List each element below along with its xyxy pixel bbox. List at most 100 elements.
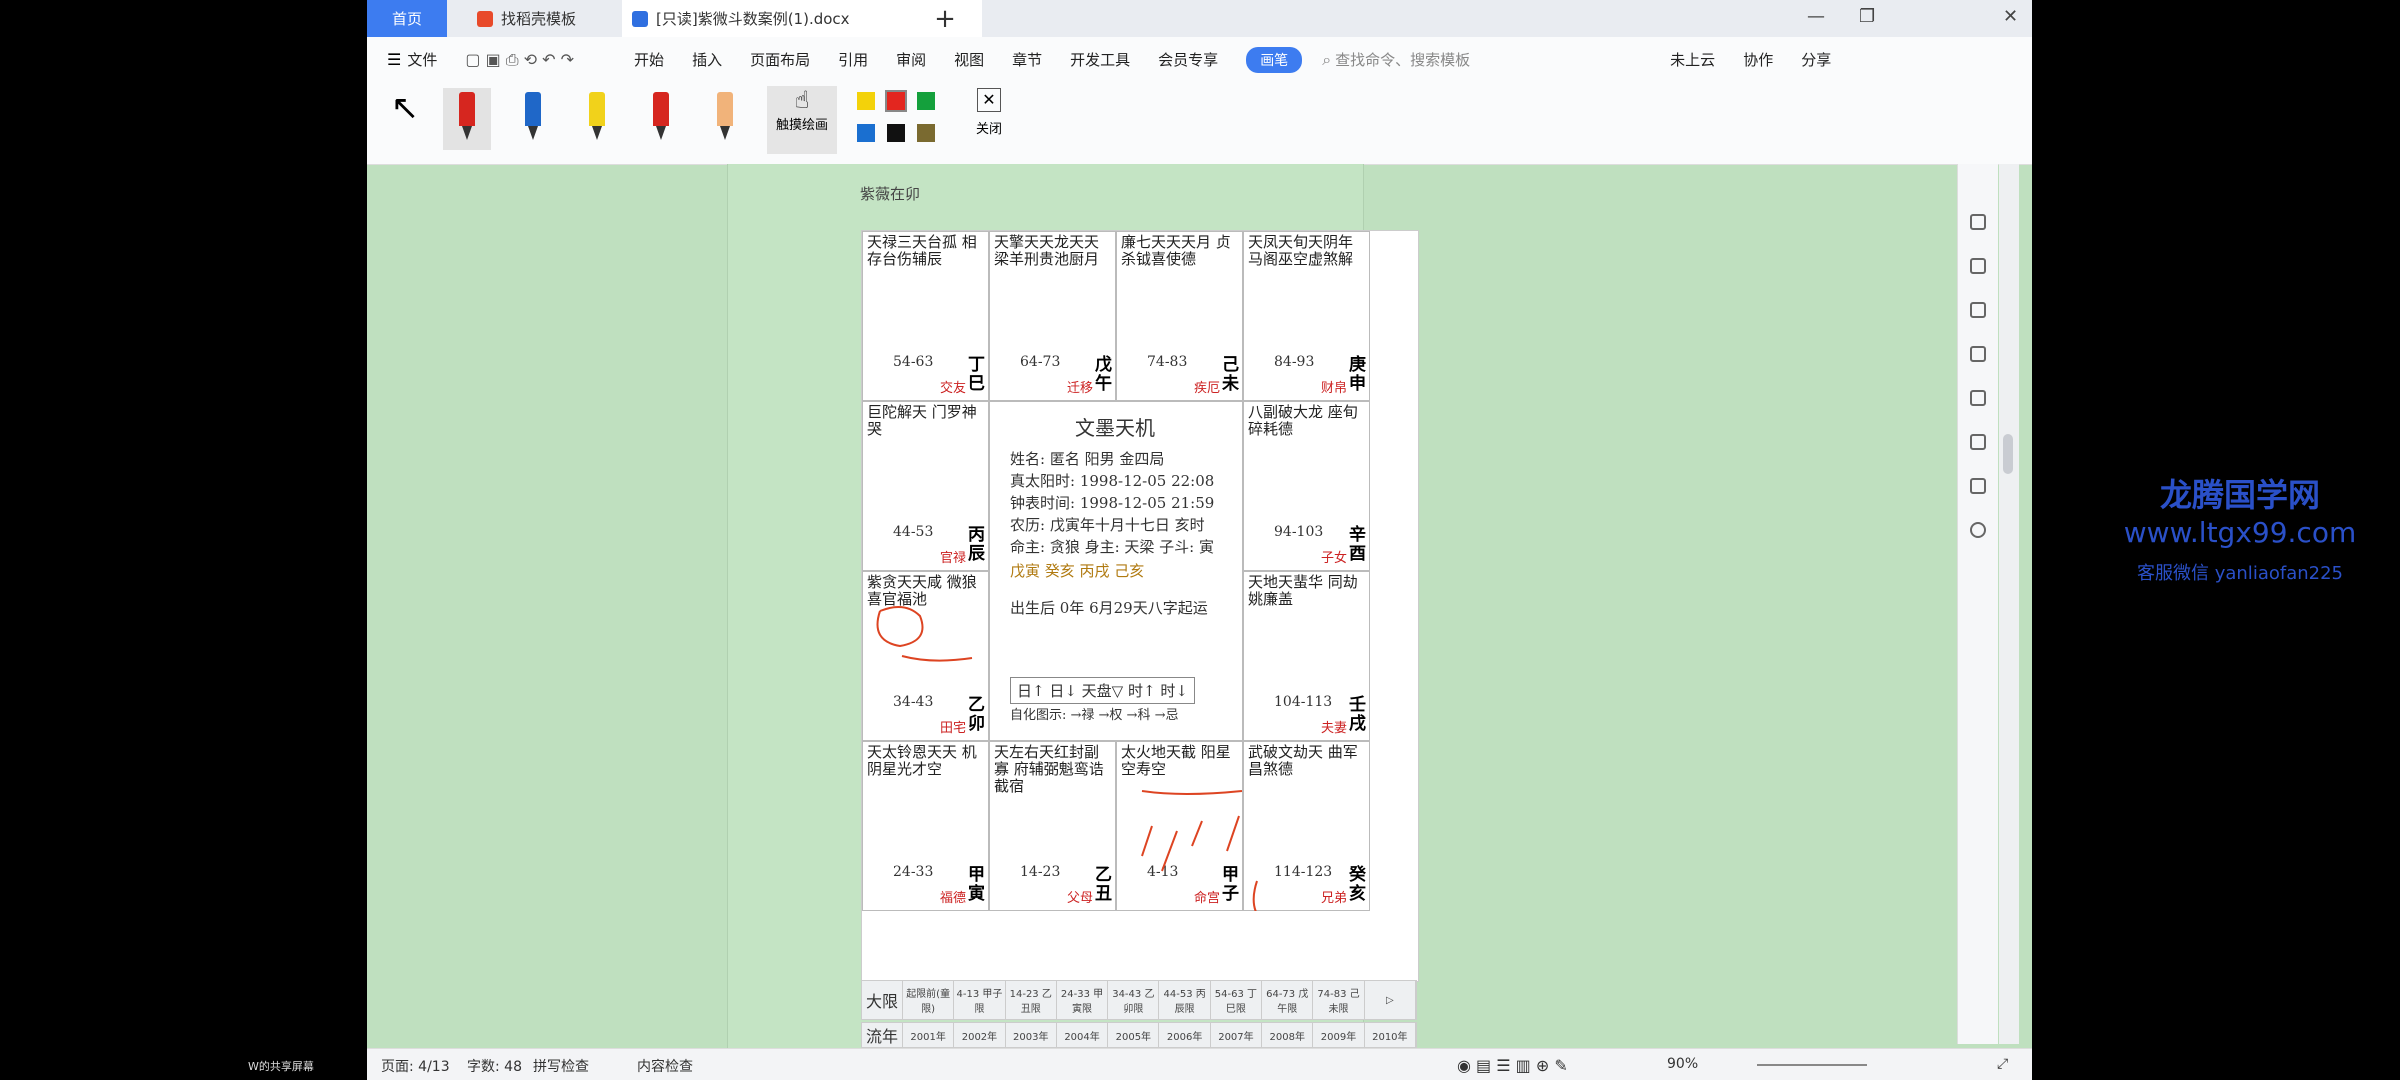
palace-xiongdi: 武破文劫天 曲军昌煞德 114-123 癸亥 兄弟	[1243, 741, 1370, 911]
liunian-cell[interactable]: 2006年	[1159, 1023, 1211, 1047]
palace-ganzhi: 庚申	[1349, 355, 1366, 394]
daxian-cell[interactable]: 24-33 甲寅限	[1057, 981, 1109, 1019]
tab-home[interactable]: 首页	[367, 0, 447, 37]
collab-button[interactable]: 协作	[1743, 49, 1773, 70]
daxian-cell[interactable]: 34-43 乙卯限	[1108, 981, 1160, 1019]
swatch-blue[interactable]	[857, 124, 875, 142]
liunian-cell[interactable]: 2010年	[1365, 1023, 1416, 1047]
palace-name: 疾厄	[1193, 381, 1220, 396]
menu-file[interactable]: 文件	[407, 49, 437, 70]
palace-stars: 巨陀解天 门罗神哭	[867, 403, 977, 438]
palace-age: 74-83	[1147, 354, 1188, 370]
highlighter-red-tool[interactable]	[637, 88, 685, 150]
vertical-scrollbar[interactable]	[1999, 164, 2019, 1044]
spell-check-button[interactable]: 拼写检查	[533, 1056, 589, 1076]
liunian-cell[interactable]: 2008年	[1262, 1023, 1314, 1047]
word-count[interactable]: 字数: 48	[467, 1056, 522, 1076]
palace-ganzhi: 癸亥	[1349, 865, 1366, 904]
palace-name: 迁移	[1066, 381, 1093, 396]
daxian-cell[interactable]: 44-53 丙辰限	[1159, 981, 1211, 1019]
palace-ganzhi: 乙卯	[968, 695, 985, 734]
highlighter-yellow-tool[interactable]	[573, 88, 621, 150]
palace-ganzhi: 辛酉	[1349, 525, 1366, 564]
menu-review[interactable]: 审阅	[896, 49, 926, 70]
pen-icon	[459, 92, 475, 140]
menu-start[interactable]: 开始	[634, 49, 664, 70]
location-icon[interactable]	[1970, 434, 1986, 450]
menu-reference[interactable]: 引用	[838, 49, 868, 70]
center-clock: 钟表时间: 1998-12-05 21:59	[1010, 494, 1215, 512]
liunian-cell[interactable]: 2002年	[954, 1023, 1006, 1047]
close-window-icon[interactable]: ✕	[2003, 6, 2018, 27]
pen-icon	[653, 92, 669, 140]
share-button[interactable]: 分享	[1801, 49, 1831, 70]
liunian-cell[interactable]: 2003年	[1006, 1023, 1057, 1047]
pen-icon[interactable]	[1970, 258, 1986, 274]
zoom-level[interactable]: 90%	[1667, 1056, 1698, 1072]
view-mode-icons[interactable]: ◉ ▤ ☰ ▥ ⊕ ✎	[1457, 1056, 1568, 1075]
cursor-icon[interactable]	[1970, 302, 1986, 318]
daxian-cell[interactable]: 起限前(童限)	[903, 981, 955, 1019]
palace-ganzhi: 甲寅	[968, 865, 985, 904]
menu-member[interactable]: 会员专享	[1158, 49, 1218, 70]
daxian-cell[interactable]: 4-13 甲子限	[954, 981, 1006, 1019]
swatch-green[interactable]	[917, 92, 935, 110]
swatch-yellow[interactable]	[857, 92, 875, 110]
touch-draw-button[interactable]: ☝ 触摸绘画	[767, 86, 837, 154]
palace-ganzhi: 乙丑	[1095, 865, 1112, 904]
fullscreen-icon[interactable]: ⤢	[1997, 1056, 2008, 1072]
liunian-cell[interactable]: 2009年	[1313, 1023, 1365, 1047]
pen-red-tool[interactable]	[443, 88, 491, 150]
minimize-icon[interactable]: —	[1807, 6, 1825, 27]
liunian-cell[interactable]: 2001年	[903, 1023, 955, 1047]
menu-view[interactable]: 视图	[954, 49, 984, 70]
tab-template[interactable]: 找稻壳模板	[467, 0, 637, 37]
palace-fuqi: 天地天蜚华 同劫姚廉盖 104-113 壬戌 夫妻	[1243, 571, 1370, 741]
menu-devtools[interactable]: 开发工具	[1070, 49, 1130, 70]
settings-slider-icon[interactable]	[1970, 346, 1986, 362]
palace-qianyi: 天擎天天龙天天 梁羊刑贵池厨月 64-73 戊午 迁移	[989, 231, 1116, 401]
daxian-cell[interactable]: 74-83 己未限	[1313, 981, 1365, 1019]
word-doc-icon	[632, 10, 648, 27]
palace-age: 64-73	[1020, 354, 1061, 370]
menu-insert[interactable]: 插入	[692, 49, 722, 70]
daxian-next[interactable]: ▷	[1365, 981, 1416, 1019]
daxian-label: 大限	[862, 981, 903, 1019]
daxian-row: 大限 起限前(童限) 4-13 甲子限 14-23 乙丑限 24-33 甲寅限 …	[861, 980, 1417, 1020]
swatch-red[interactable]	[885, 90, 907, 112]
liunian-cell[interactable]: 2004年	[1057, 1023, 1109, 1047]
scrollbar-thumb[interactable]	[2003, 434, 2013, 474]
page-count[interactable]: 页面: 4/13	[381, 1056, 450, 1076]
palace-age: 104-113	[1274, 694, 1333, 710]
palace-guanlu: 巨陀解天 门罗神哭 44-53 丙辰 官禄	[862, 401, 989, 571]
menu-chapter[interactable]: 章节	[1012, 49, 1042, 70]
command-search[interactable]: 查找命令、搜索模板	[1335, 49, 1470, 70]
image-icon[interactable]	[1970, 390, 1986, 406]
daxian-cell[interactable]: 14-23 乙丑限	[1006, 981, 1057, 1019]
eraser-tool[interactable]	[701, 88, 749, 150]
rocket-icon[interactable]	[1970, 214, 1986, 230]
palace-ganzhi: 戊午	[1095, 355, 1112, 394]
content-check-button[interactable]: 内容检查	[637, 1056, 693, 1076]
zoom-slider[interactable]	[1757, 1064, 1867, 1066]
liunian-cell[interactable]: 2007年	[1211, 1023, 1263, 1047]
daxian-cell[interactable]: 64-73 戊午限	[1262, 981, 1314, 1019]
book-icon[interactable]	[1970, 478, 1986, 494]
tab-pen[interactable]: 画笔	[1246, 46, 1303, 73]
close-pen-button[interactable]: ✕ 关闭	[967, 88, 1011, 137]
cloud-status[interactable]: 未上云	[1670, 49, 1715, 70]
pen-blue-tool[interactable]	[509, 88, 557, 150]
hamburger-icon[interactable]: ☰	[387, 50, 401, 69]
quick-access-icons[interactable]: ▢ ▣ ⎙ ⟲ ↶ ↷	[465, 50, 574, 70]
liunian-cell[interactable]: 2005年	[1108, 1023, 1160, 1047]
new-tab-button[interactable]: +	[927, 0, 963, 37]
restore-icon[interactable]: ❐	[1859, 6, 1875, 27]
help-icon[interactable]	[1970, 522, 1986, 538]
center-nav-buttons[interactable]: 日↑ 日↓ 天盘▽ 时↑ 时↓	[1010, 677, 1195, 704]
daxian-cell[interactable]: 54-63 丁巳限	[1211, 981, 1263, 1019]
swatch-black[interactable]	[887, 124, 905, 142]
select-arrow-tool[interactable]: ↖	[381, 88, 429, 150]
palace-stars: 天太铃恩天天 机阴星光才空	[867, 743, 977, 778]
menu-layout[interactable]: 页面布局	[750, 49, 810, 70]
swatch-more[interactable]	[917, 124, 935, 142]
